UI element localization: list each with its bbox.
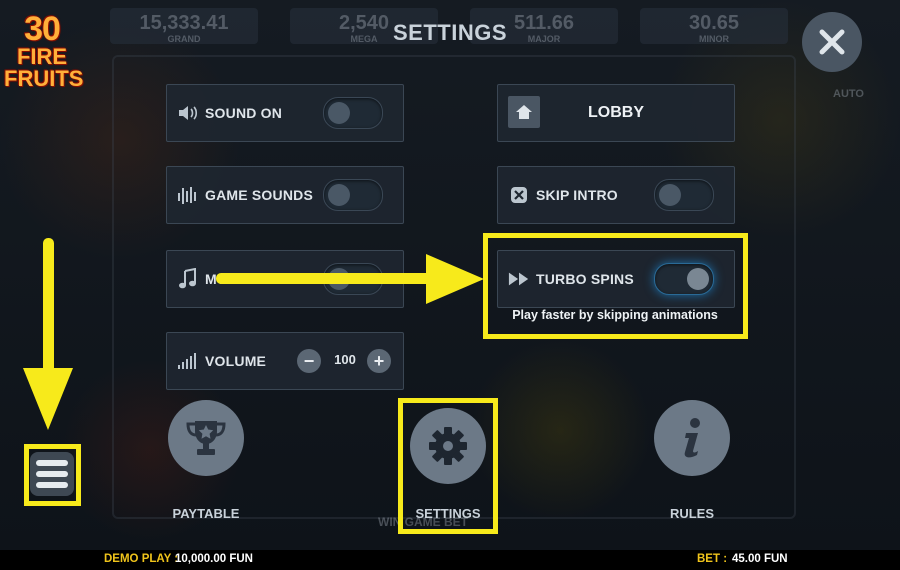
bet-value: 45.00 FUN	[732, 553, 788, 565]
demo-play-value: 10,000.00 FUN	[175, 553, 253, 565]
status-bar: DEMO PLAY : 10,000.00 FUN BET : 45.00 FU…	[0, 550, 900, 570]
annotation-arrows	[23, 238, 484, 430]
arrow-to-turbo	[216, 254, 484, 304]
demo-play-label: DEMO PLAY :	[104, 553, 179, 565]
arrow-to-menu	[23, 238, 73, 430]
bet-label: BET :	[697, 553, 728, 565]
